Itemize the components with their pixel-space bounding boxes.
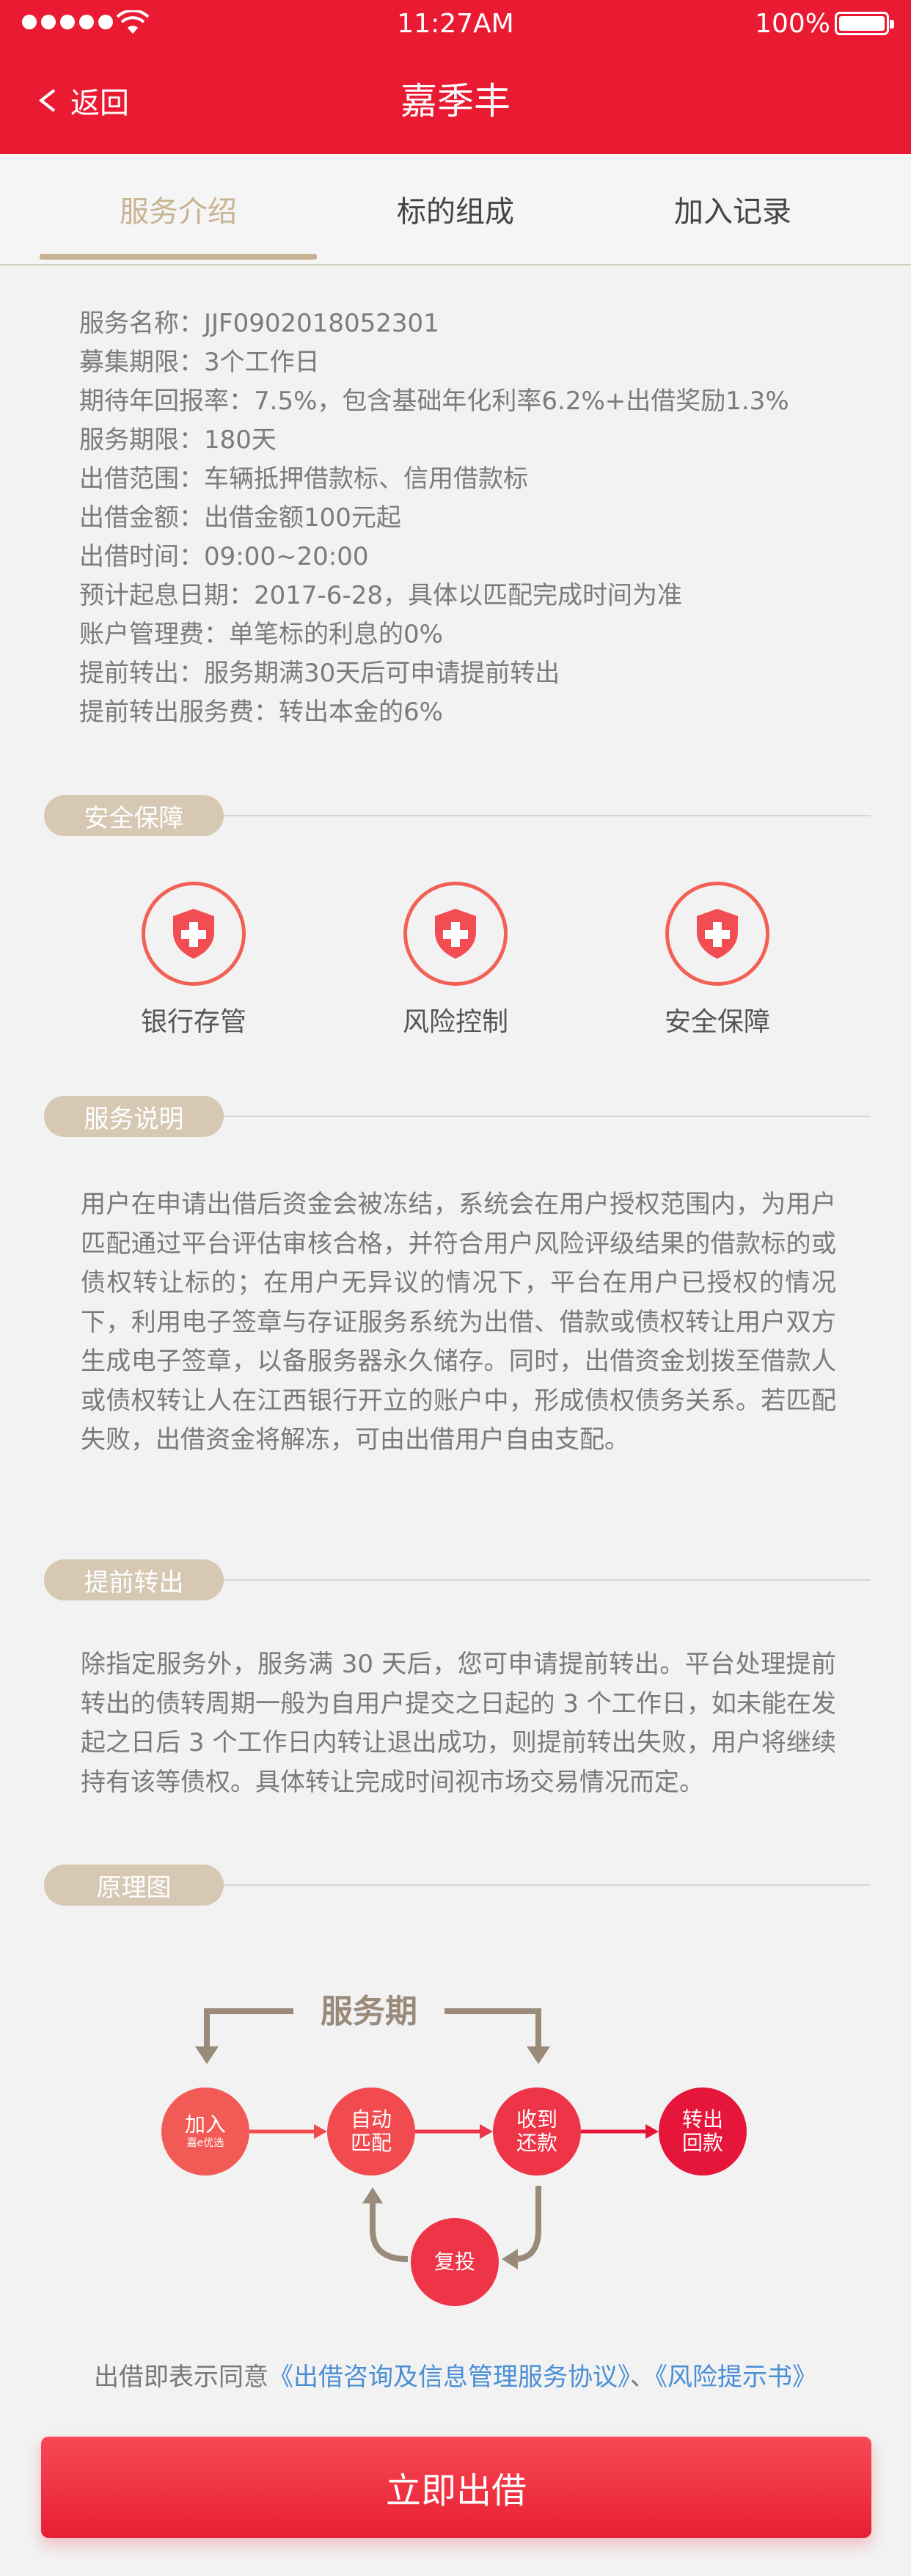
divider — [224, 1116, 871, 1117]
shield-cross-icon — [142, 882, 246, 986]
flow-node-repay: 收到 还款 — [493, 2087, 581, 2176]
info-start-date: 预计起息日期：2017-6-28，具体以匹配完成时间为准 — [79, 581, 682, 610]
risk-notice-link[interactable]: 《风险提示书》 — [655, 2363, 817, 2392]
section-early-exit-title: 提前转出 — [44, 1559, 224, 1600]
active-tab-indicator — [40, 254, 317, 260]
feature-bank-custody: 银行存管 — [84, 882, 304, 1039]
service-period-label: 服务期 — [321, 1993, 417, 2030]
flow-node-return: 转出 回款 — [659, 2087, 747, 2176]
flow-node-match: 自动 匹配 — [327, 2087, 415, 2176]
feature-risk-control: 风险控制 — [345, 882, 566, 1039]
shield-cross-icon — [665, 882, 769, 986]
tab-bar: 服务介绍 标的组成 加入记录 — [0, 154, 911, 266]
tab-join-records[interactable]: 加入记录 — [594, 154, 871, 264]
divider — [224, 815, 871, 816]
info-return-rate: 期待年回报率：7.5%，包含基础年化利率6.2%+出借奖励1.3% — [79, 387, 789, 416]
info-time: 出借时间：09:00~20:00 — [79, 542, 369, 571]
info-scope: 出借范围：车辆抵押借款标、信用借款标 — [79, 464, 528, 494]
page-title: 嘉季丰 — [400, 80, 511, 122]
info-service-period: 服务期限：180天 — [79, 425, 277, 455]
section-principle-title: 原理图 — [44, 1865, 224, 1906]
info-name: 服务名称：JJF0902018052301 — [79, 309, 439, 338]
info-early-exit: 提前转出：服务期满30天后可申请提前转出 — [79, 659, 560, 688]
shield-cross-icon — [403, 882, 508, 986]
flow-node-reinvest: 复投 — [411, 2218, 499, 2306]
tab-service-intro[interactable]: 服务介绍 — [40, 154, 317, 264]
tab-components[interactable]: 标的组成 — [317, 154, 594, 264]
header-bar: 11:27AM 100% 返回 嘉季丰 — [0, 0, 911, 154]
section-security-title: 安全保障 — [44, 795, 224, 836]
battery-icon — [835, 12, 894, 35]
service-agreement-link[interactable]: 《出借咨询及信息管理服务协议》 — [268, 2363, 630, 2392]
divider — [224, 1579, 871, 1581]
service-info-list: 服务名称：JJF0902018052301 募集期限：3个工作日 期待年回报率：… — [79, 304, 789, 732]
info-mgmt-fee: 账户管理费：单笔标的利息的0% — [79, 620, 443, 649]
battery-percent: 100% — [755, 9, 830, 39]
flow-node-join: 加入 嘉e优选 — [161, 2087, 249, 2176]
info-amount: 出借金额：出借金额100元起 — [79, 503, 401, 533]
divider — [224, 1884, 871, 1886]
service-desc-text: 用户在申请出借后资金会被冻结，系统会在用户授权范围内，为用户匹配通过平台评估审核… — [81, 1190, 836, 1455]
agreement-text: 出借即表示同意《出借咨询及信息管理服务协议》、《风险提示书》 — [94, 2363, 817, 2392]
info-raise-period: 募集期限：3个工作日 — [79, 348, 320, 377]
invest-now-button[interactable]: 立即出借 — [41, 2437, 871, 2538]
early-exit-text: 除指定服务外，服务满 30 天后，您可申请提前转出。平台处理提前转出的债转周期一… — [81, 1650, 836, 1797]
info-early-exit-fee: 提前转出服务费：转出本金的6% — [79, 698, 443, 727]
feature-security: 安全保障 — [607, 882, 827, 1039]
section-service-desc-title: 服务说明 — [44, 1096, 224, 1137]
